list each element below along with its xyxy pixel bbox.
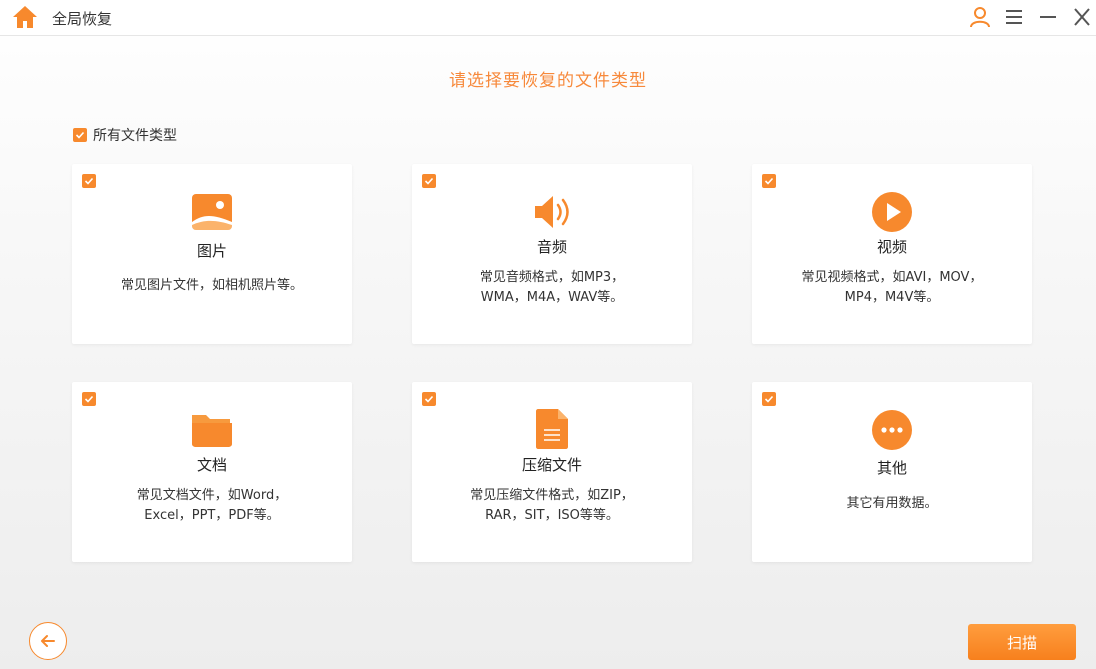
card-description: 其它有用数据。 [846, 496, 938, 511]
card-documents[interactable]: 文档 常见文档文件，如Word， Excel，PPT，PDF等。 [72, 382, 352, 562]
card-description: 常见音频格式，如MP3， WMA，M4A，WAV等。 [479, 270, 625, 305]
card-title: 压缩文件 [521, 456, 582, 474]
card-title: 视频 [876, 238, 907, 256]
scan-button[interactable]: 扫描 [968, 624, 1076, 660]
more-icon [872, 410, 912, 450]
close-icon[interactable] [1069, 5, 1095, 29]
card-checkbox[interactable] [762, 174, 776, 188]
image-icon [192, 194, 232, 230]
card-pictures[interactable]: 图片 常见图片文件，如相机照片等。 [72, 164, 352, 344]
checkbox-checked-icon[interactable] [73, 128, 87, 142]
speaker-icon [535, 196, 569, 228]
user-icon[interactable] [967, 5, 993, 29]
card-description: 常见压缩文件格式，如ZIP， RAR，SIT，ISO等等。 [470, 488, 634, 523]
home-icon[interactable] [12, 5, 38, 29]
card-checkbox[interactable] [762, 392, 776, 406]
card-title: 音频 [536, 238, 567, 256]
card-description: 常见图片文件，如相机照片等。 [120, 278, 303, 293]
all-types-label: 所有文件类型 [93, 128, 177, 144]
card-checkbox[interactable] [422, 174, 436, 188]
card-description: 常见文档文件，如Word， Excel，PPT，PDF等。 [136, 488, 288, 523]
title-bar: 全局恢复 [0, 0, 1096, 36]
card-archives[interactable]: 压缩文件 常见压缩文件格式，如ZIP， RAR，SIT，ISO等等。 [412, 382, 692, 562]
page-heading: 请选择要恢复的文件类型 [449, 71, 647, 91]
card-audio[interactable]: 音频 常见音频格式，如MP3， WMA，M4A，WAV等。 [412, 164, 692, 344]
arrow-left-icon [41, 635, 55, 647]
card-video[interactable]: 视频 常见视频格式，如AVI，MOV， MP4，M4V等。 [752, 164, 1032, 344]
card-checkbox[interactable] [82, 392, 96, 406]
card-checkbox[interactable] [422, 392, 436, 406]
file-icon [536, 409, 568, 449]
minimize-icon[interactable] [1035, 5, 1061, 29]
play-icon [872, 192, 912, 232]
all-types-checkbox[interactable]: 所有文件类型 [73, 125, 177, 145]
card-checkbox[interactable] [82, 174, 96, 188]
back-button[interactable] [29, 622, 67, 660]
card-title: 文档 [196, 456, 227, 474]
card-description: 常见视频格式，如AVI，MOV， MP4，M4V等。 [801, 270, 983, 305]
card-other[interactable]: 其他 其它有用数据。 [752, 382, 1032, 562]
window-title: 全局恢复 [52, 10, 113, 28]
folder-icon [192, 415, 232, 447]
card-title: 图片 [196, 242, 227, 260]
menu-icon[interactable] [1001, 5, 1027, 29]
card-title: 其他 [876, 459, 907, 477]
